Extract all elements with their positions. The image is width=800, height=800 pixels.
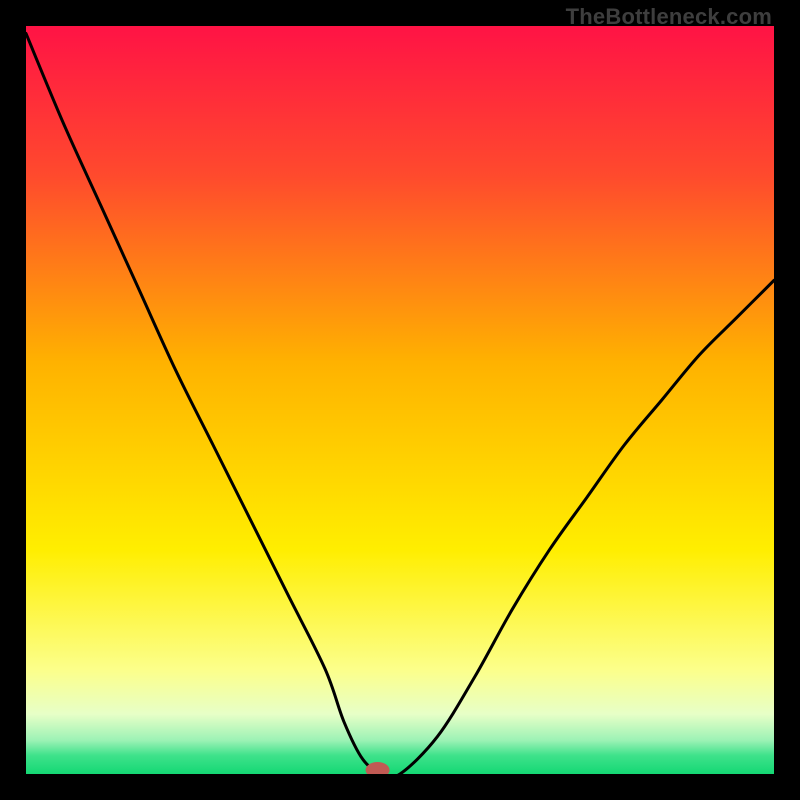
watermark-text: TheBottleneck.com: [566, 4, 772, 30]
bottleneck-curve-chart: [26, 26, 774, 774]
